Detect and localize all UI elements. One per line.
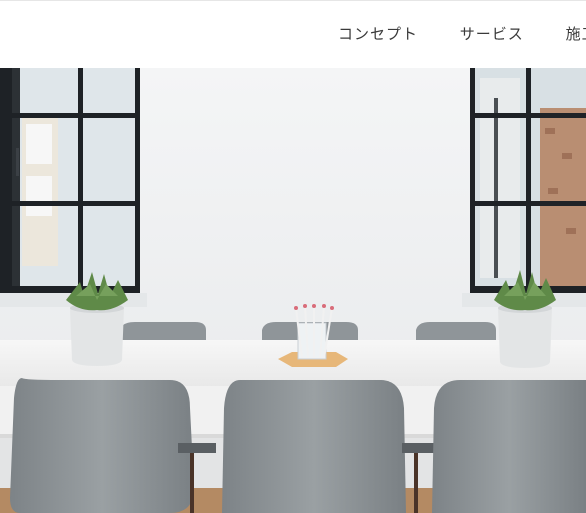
front-chairs: [10, 378, 586, 513]
site-header: コンセプト サービス 施工: [0, 0, 586, 68]
nav-item-concept[interactable]: コンセプト: [338, 23, 418, 44]
hero-image: [0, 68, 586, 513]
nav-item-service[interactable]: サービス: [460, 23, 524, 44]
conference-room-photo: [0, 68, 586, 513]
left-window: [0, 68, 147, 307]
right-window: [462, 68, 586, 307]
global-nav: コンセプト サービス 施工: [338, 23, 586, 44]
nav-item-construction[interactable]: 施工: [566, 23, 586, 44]
